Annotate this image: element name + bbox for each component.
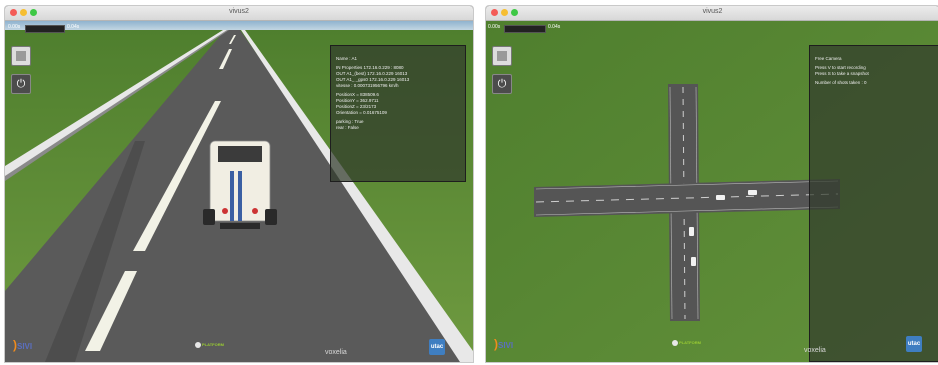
- rear-status: rear : False: [336, 125, 359, 130]
- window-title: vivus2: [229, 8, 249, 15]
- vehicle-info-panel: Name : A1 IN Properties 172.16.0.229 : 8…: [330, 45, 466, 182]
- car-marker-2: [748, 190, 757, 195]
- sim-progress-bar: [25, 25, 65, 33]
- sim-time-end: 0.04s: [67, 24, 80, 30]
- utac-logo: utac: [906, 336, 922, 352]
- power-button[interactable]: ⏻: [11, 74, 31, 94]
- car-marker-3: [689, 227, 694, 236]
- car-marker-4: [691, 257, 696, 266]
- free-camera-panel: Free Camera Press V to start recording P…: [809, 45, 938, 362]
- stop-button[interactable]: [11, 46, 31, 66]
- power-icon: ⏻: [16, 78, 26, 90]
- utac-logo: utac: [429, 339, 445, 355]
- car-marker-1: [716, 195, 725, 200]
- shots-count: Number of shots taken : 0: [815, 80, 867, 85]
- voxelia-logo: voxelia: [325, 349, 347, 356]
- right-simulator-window: vivus2 0.00s 0.04s ⏻ Free Camera Press V…: [485, 5, 938, 363]
- stop-button[interactable]: [492, 46, 512, 66]
- sim-time-end: 0.04s: [548, 24, 561, 30]
- voxelia-logo: voxelia: [804, 347, 826, 354]
- sim-progress-bar: [504, 25, 546, 33]
- window-title: vivus2: [702, 8, 723, 15]
- platform-logo: PLATFORM: [195, 342, 224, 348]
- sivic-logo: )SIVI: [494, 337, 514, 351]
- power-button[interactable]: ⏻: [492, 74, 512, 94]
- car-vehicle: [203, 140, 277, 229]
- left-title-bar: vivus2: [5, 6, 473, 21]
- sivic-logo: )SIVI: [13, 338, 33, 352]
- sim-time-start: 0.00s: [488, 24, 501, 30]
- power-icon: ⏻: [497, 78, 507, 90]
- left-simulator-window: vivus2 0.00s 0.04s ⏻ Name: A1 IN Proper…: [4, 5, 474, 363]
- platform-logo: PLATFORM: [672, 340, 701, 346]
- right-title-bar: vivus2: [486, 6, 938, 21]
- sim-time-start: 0.00s: [8, 24, 21, 30]
